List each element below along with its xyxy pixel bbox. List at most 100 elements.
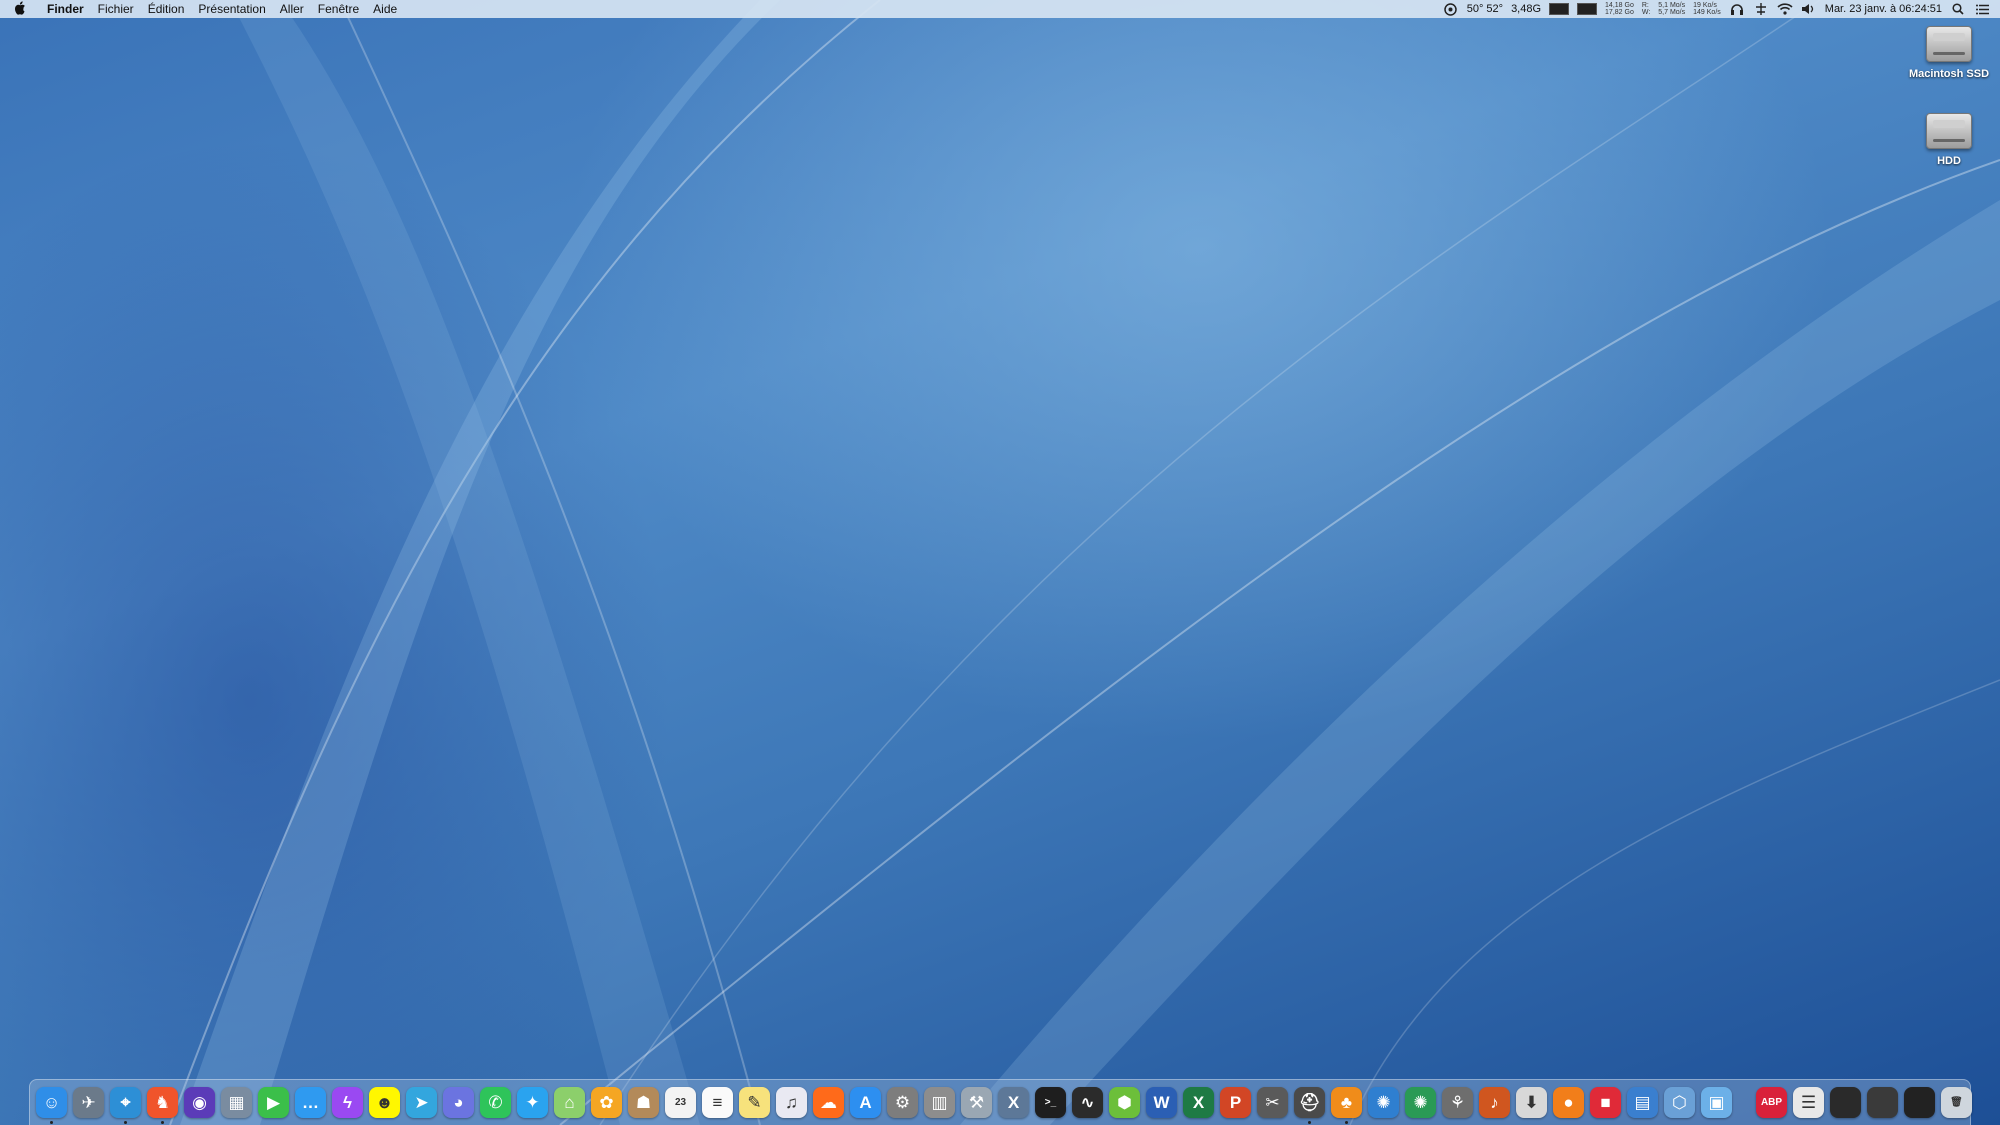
dock-app-safari[interactable]: ⌖ — [110, 1087, 141, 1124]
disk-usage-readout[interactable]: 14,18 Go 17,82 Go — [1605, 2, 1634, 16]
dock-app-discord[interactable]: ◕ — [443, 1087, 474, 1118]
soundcloud-icon: ☁ — [820, 1092, 837, 1112]
dock-app-reminders[interactable]: ≡ — [702, 1087, 733, 1118]
disk-activity-labels[interactable]: R: W: — [1642, 2, 1650, 16]
running-indicator — [1308, 1121, 1311, 1124]
virtualbox-icon: ⬡ — [1672, 1092, 1687, 1112]
network-speed-readout[interactable]: 5,1 Mo/s 5,7 Mo/s — [1658, 2, 1685, 16]
app-store-icon: A — [859, 1092, 872, 1112]
dock-app-calendar[interactable]: 23 — [665, 1087, 696, 1118]
dock-app-snapchat[interactable]: ☻ — [369, 1087, 400, 1118]
dock-app-file-merge[interactable]: ▥ — [924, 1087, 955, 1118]
dock-app-fl-studio[interactable]: ♣ — [1331, 1087, 1362, 1124]
word-icon: W — [1153, 1092, 1170, 1112]
istat-logo-icon[interactable] — [1443, 1, 1459, 17]
apple-logo-icon[interactable] — [0, 0, 40, 18]
audio-app-2-icon: ✺ — [1413, 1092, 1428, 1112]
ram-readout[interactable]: 3,48G — [1511, 3, 1541, 15]
notification-center-icon[interactable] — [1974, 1, 1990, 17]
dock-app-word[interactable]: W — [1146, 1087, 1177, 1118]
menu-fichier[interactable]: Fichier — [91, 0, 141, 18]
dock-app-telegram[interactable]: ➤ — [406, 1087, 437, 1118]
notes-icon: ✎ — [747, 1092, 762, 1112]
launchpad-icon: ✈ — [81, 1092, 96, 1112]
dock-app-messenger[interactable]: ϟ — [332, 1087, 363, 1118]
dock-app-disk-utility[interactable]: ⛑ — [1294, 1087, 1325, 1124]
desktop-icon-label: HDD — [1937, 155, 1961, 167]
dock-app-launchpad[interactable]: ✈ — [73, 1087, 104, 1118]
spotlight-search-icon[interactable] — [1950, 1, 1966, 17]
xcode-icon: X — [1007, 1092, 1020, 1112]
menu-presentation[interactable]: Présentation — [191, 0, 272, 18]
desktop-icon-hdd[interactable]: HDD — [1904, 113, 1994, 167]
dock-app-photos[interactable]: ✿ — [591, 1087, 622, 1118]
dock-app-finder[interactable]: ☺ — [36, 1087, 67, 1124]
dock-app-system-preferences[interactable]: ⚙ — [887, 1087, 918, 1118]
dock-app-final-cut-pro[interactable]: ✂ — [1257, 1087, 1288, 1118]
dock-app-cube-app[interactable]: ⬢ — [1109, 1087, 1140, 1118]
dock-app-virtualization[interactable]: ▤ — [1627, 1087, 1658, 1118]
wifi-icon[interactable] — [1777, 1, 1793, 17]
menu-aide[interactable]: Aide — [366, 0, 404, 18]
telegram-icon: ➤ — [414, 1092, 429, 1112]
desktop-icon-macintosh-ssd[interactable]: Macintosh SSD — [1904, 26, 1994, 80]
itunes-icon: ♫ — [785, 1092, 798, 1112]
dock-app-maps[interactable]: ⌂ — [554, 1087, 585, 1118]
net2-download: 149 Ko/s — [1693, 9, 1721, 16]
menu-edition[interactable]: Édition — [141, 0, 192, 18]
headphones-icon[interactable] — [1729, 1, 1745, 17]
dock-app-minimized-window-2[interactable] — [1867, 1087, 1898, 1118]
dock-app-whatsapp[interactable]: ✆ — [480, 1087, 511, 1118]
dock-app-activity-monitor[interactable]: ∿ — [1072, 1087, 1103, 1118]
vlc-like-icon: ● — [1563, 1092, 1574, 1112]
folder-stack-icon: ☰ — [1800, 1092, 1817, 1112]
dock-app-vlc-like[interactable]: ● — [1553, 1087, 1584, 1118]
menu-clock[interactable]: Mar. 23 janv. à 06:24:51 — [1825, 3, 1942, 15]
dock-app-facetime[interactable]: ▶ — [258, 1087, 289, 1118]
dock-app-gimp[interactable]: ⚘ — [1442, 1087, 1473, 1118]
dock-app-contacts[interactable]: ☗ — [628, 1087, 659, 1118]
dock-app-minimized-window-3[interactable] — [1904, 1087, 1935, 1118]
menu-finder[interactable]: Finder — [40, 0, 91, 18]
dock-app-headphones[interactable]: ♪ — [1479, 1087, 1510, 1118]
temperature-readout[interactable]: 50° 52° — [1467, 3, 1503, 15]
dock-app-brave[interactable]: ♞ — [147, 1087, 178, 1124]
dock-app-excel[interactable]: X — [1183, 1087, 1214, 1118]
volume-icon[interactable] — [1801, 1, 1817, 17]
disk-read-label: R: — [1641, 2, 1649, 9]
dock-app-messages[interactable]: … — [295, 1087, 326, 1118]
dock-app-audio-app-2[interactable]: ✺ — [1405, 1087, 1436, 1118]
dock-app-virtualbox[interactable]: ⬡ — [1664, 1087, 1695, 1118]
dock-app-powerpoint[interactable]: P — [1220, 1087, 1251, 1118]
dock-app-downloader[interactable]: ⬇ — [1516, 1087, 1547, 1118]
gimp-icon: ⚘ — [1449, 1092, 1466, 1112]
dock-app-terminal[interactable]: >_ — [1035, 1087, 1066, 1118]
menu-fenetre[interactable]: Fenêtre — [311, 0, 366, 18]
dock-app-notes[interactable]: ✎ — [739, 1087, 770, 1118]
dock-app-itunes[interactable]: ♫ — [776, 1087, 807, 1118]
dock-app-audio-app[interactable]: ✺ — [1368, 1087, 1399, 1118]
desktop-wallpaper — [0, 0, 2000, 1125]
dock-app-siri[interactable]: ◉ — [184, 1087, 215, 1118]
dock-app-app-store[interactable]: A — [850, 1087, 881, 1118]
dock-app-red-app[interactable]: ■ — [1590, 1087, 1621, 1118]
dock-app-automator[interactable]: ⚒ — [961, 1087, 992, 1118]
dock-app-adblock[interactable]: ABP — [1756, 1087, 1787, 1118]
dock-app-preview[interactable]: ▦ — [221, 1087, 252, 1118]
screen-app-icon: ▣ — [1708, 1092, 1725, 1112]
dock-app-folder-stack[interactable]: ☰ — [1793, 1087, 1824, 1118]
running-indicator — [1345, 1121, 1348, 1124]
cpu-graph-icon[interactable] — [1549, 3, 1570, 15]
memory-graph-icon[interactable] — [1577, 3, 1598, 15]
dock-app-xcode[interactable]: X — [998, 1087, 1029, 1118]
fl-studio-icon: ♣ — [1340, 1092, 1353, 1112]
network-speed-readout-2[interactable]: 19 Ko/s 149 Ko/s — [1693, 2, 1721, 16]
dock-app-soundcloud[interactable]: ☁ — [813, 1087, 844, 1118]
menu-aller[interactable]: Aller — [273, 0, 311, 18]
dock-app-screen-app[interactable]: ▣ — [1701, 1087, 1732, 1118]
dock-app-twitter[interactable]: ✦ — [517, 1087, 548, 1118]
network-icon[interactable] — [1753, 1, 1769, 17]
dock-app-trash[interactable]: 🗑 — [1941, 1087, 1972, 1118]
downloader-icon: ⬇ — [1524, 1092, 1539, 1112]
dock-app-minimized-window-1[interactable] — [1830, 1087, 1861, 1118]
